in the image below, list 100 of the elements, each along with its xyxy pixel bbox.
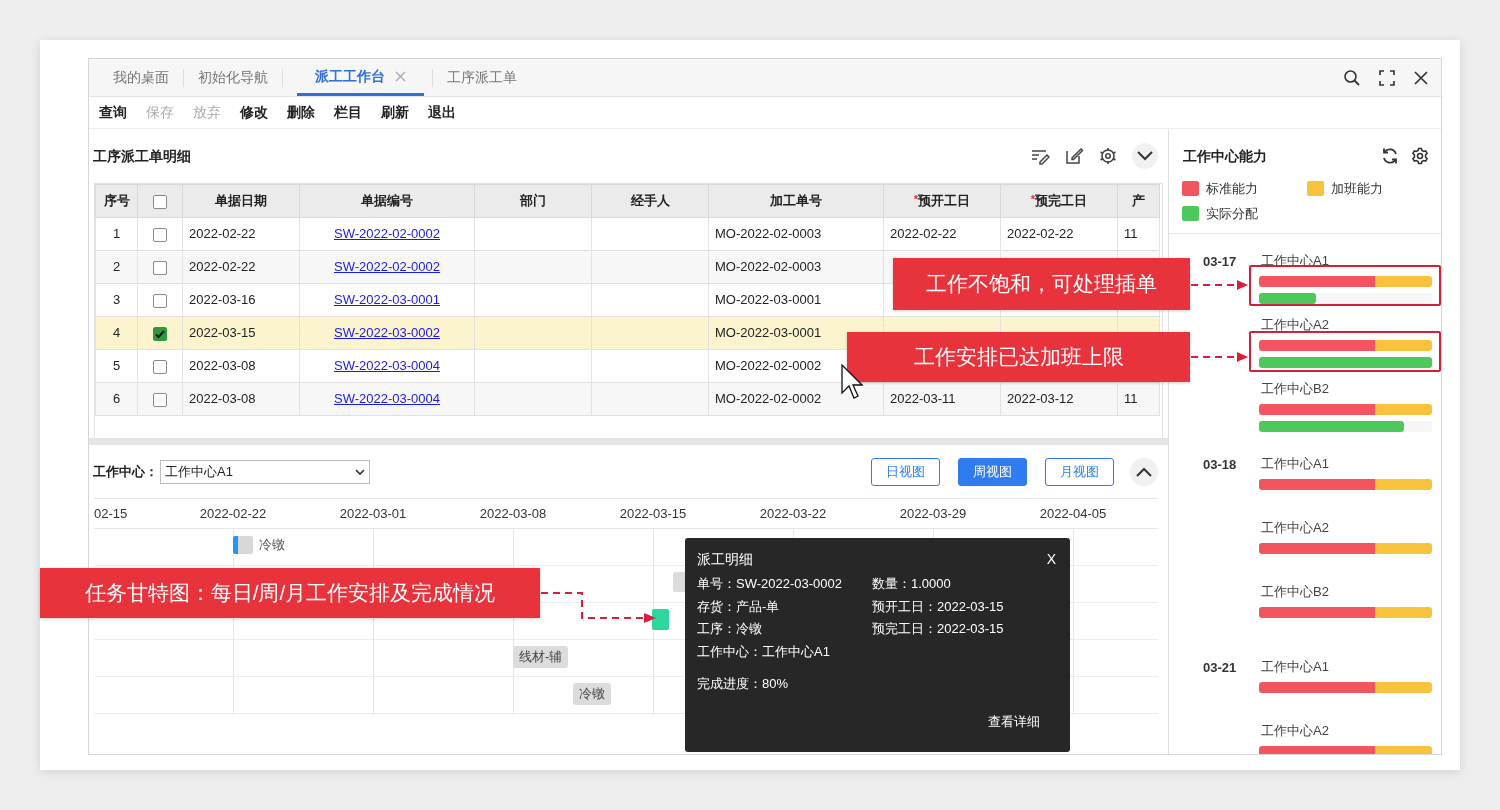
checkbox[interactable]: [153, 326, 167, 341]
table-cell: MO-2022-02-0003: [715, 226, 822, 242]
edit-lines-icon[interactable]: [1030, 147, 1050, 165]
table-cell: 5: [112, 358, 121, 374]
settings-icon[interactable]: [1411, 147, 1429, 165]
callout-label: 任务甘特图：每日/周/月工作安排及完成情况: [40, 568, 540, 618]
column-header: 序号: [103, 193, 130, 209]
close-icon[interactable]: [1413, 69, 1429, 86]
table-row[interactable]: 1 2022-02-22 SW-2022-02-0002 MO-2022-02-0003 2022-02-22 2022-02-22 11: [95, 217, 1160, 251]
popup-field: 数量：1.0000: [872, 574, 1058, 595]
legend-label: 加班能力: [1331, 180, 1383, 198]
close-button[interactable]: X: [1046, 548, 1056, 570]
tab[interactable]: 我的桌面: [99, 59, 183, 96]
popup-field: 预开工日：2022-03-15: [872, 596, 1058, 617]
checkbox[interactable]: [153, 392, 167, 407]
table-cell: 2022-02-22: [189, 226, 256, 242]
refresh-icon[interactable]: [1381, 147, 1399, 165]
table-cell: MO-2022-02-0002: [715, 358, 822, 374]
toolbar-button[interactable]: 删除: [287, 102, 315, 123]
view-button[interactable]: 周视图: [958, 458, 1027, 486]
table-cell: MO-2022-03-0001: [715, 292, 822, 308]
popup-title: 派工明细: [697, 549, 753, 569]
column-header: 加工单号: [770, 193, 822, 209]
checkbox[interactable]: [153, 194, 167, 209]
column-header: 单据编号: [361, 193, 413, 209]
detail-link[interactable]: 查看详细: [988, 712, 1040, 732]
table-cell: 2022-03-08: [189, 391, 256, 407]
table-cell: MO-2022-03-0001: [715, 325, 822, 341]
axis-label: 2022-03-08: [479, 505, 547, 521]
column-header: 经手人: [630, 193, 670, 209]
table-cell: 2022-03-11: [890, 391, 956, 407]
table-row[interactable]: 6 2022-03-08 SW-2022-03-0004 MO-2022-02-0002 2022-03-11 2022-03-12 11: [95, 382, 1160, 416]
task-label: 冷镦: [259, 536, 285, 554]
axis-label: 2022-03-22: [759, 505, 827, 521]
table-cell: MO-2022-02-0003: [715, 259, 822, 275]
table-cell: 11: [1124, 226, 1138, 242]
date-label: 03-18: [1203, 457, 1237, 472]
table-cell: 11: [1124, 391, 1138, 407]
filter-label: 工作中心：: [93, 463, 158, 482]
date-label: 03-21: [1203, 660, 1237, 675]
center-name: 工作中心A2: [1261, 520, 1329, 535]
gear-icon[interactable]: [1098, 147, 1118, 165]
view-button[interactable]: 月视图: [1045, 458, 1114, 486]
callout-label: 工作安排已达加班上限: [847, 332, 1190, 382]
column-header: 产: [1132, 193, 1145, 209]
panel-title: 工作中心能力: [1183, 146, 1267, 166]
section-title: 工序派工单明细: [93, 146, 191, 166]
table-cell: 6: [112, 391, 121, 407]
popup-field: 完成进度：80%: [697, 674, 1058, 694]
popup-field: 预完工日：2022-03-15: [872, 619, 1058, 640]
chevron-down-icon: [1137, 151, 1153, 161]
checkbox[interactable]: [153, 227, 167, 242]
view-button[interactable]: 日视图: [871, 458, 940, 486]
table-cell: 2022-03-12: [1007, 391, 1074, 407]
chevron-down-icon: [355, 468, 365, 476]
center-name: 工作中心A2: [1261, 317, 1329, 332]
edit-icon[interactable]: [1064, 147, 1084, 165]
dashed-arrow: [1191, 351, 1249, 363]
axis-label: 2022-03-15: [619, 505, 687, 521]
work-center-select[interactable]: 工作中心A1: [160, 460, 370, 484]
toolbar-button[interactable]: 栏目: [334, 102, 362, 123]
table-cell: 2022-02-22: [890, 226, 957, 242]
popup-field: 存货：产品-单: [697, 596, 872, 617]
table-cell: MO-2022-02-0002: [715, 391, 822, 407]
task-bar: 线材-辅: [513, 646, 569, 668]
collapse-button[interactable]: [1130, 458, 1158, 486]
search-icon[interactable]: [1343, 68, 1361, 87]
chevron-up-icon: [1136, 467, 1152, 477]
checkbox[interactable]: [153, 359, 167, 374]
table-cell: 1: [112, 226, 121, 242]
column-header: 部门: [520, 193, 546, 209]
tab[interactable]: 工序派工单: [433, 59, 531, 96]
task-bar: [652, 609, 669, 630]
axis-label: 2022-03-01: [339, 505, 407, 521]
toolbar-button[interactable]: 查询: [99, 102, 127, 123]
toolbar-button[interactable]: 修改: [240, 102, 268, 123]
table-cell: 2022-03-08: [189, 358, 256, 374]
checkbox[interactable]: [153, 293, 167, 308]
cursor-icon: [841, 364, 863, 402]
checkbox[interactable]: [153, 260, 167, 275]
legend-label: 标准能力: [1206, 180, 1258, 198]
table-cell: 2022-03-16: [189, 292, 256, 308]
collapse-button[interactable]: [1132, 143, 1158, 169]
table-cell: 3: [112, 292, 121, 308]
callout-label: 工作不饱和，可处理插单: [893, 258, 1190, 310]
column-header: 预开工日: [918, 193, 971, 209]
fullscreen-icon[interactable]: [1379, 69, 1395, 86]
axis-label: 2022-02-22: [199, 505, 267, 521]
tab[interactable]: 初始化导航: [184, 59, 282, 96]
toolbar-button[interactable]: 退出: [428, 102, 456, 123]
table-cell: 2022-03-15: [189, 325, 256, 341]
popup-field: 工序：冷镦: [697, 619, 872, 640]
axis-label: 2022-04-05: [1039, 505, 1107, 521]
task-bar: 冷镦: [573, 683, 611, 705]
required-mark: *: [913, 193, 919, 206]
popup-field: 工作中心：工作中心A1: [697, 641, 1058, 662]
popup-field: 单号：SW-2022-03-0002: [697, 574, 872, 595]
table-cell: 2022-02-22: [1007, 226, 1074, 242]
toolbar-button[interactable]: 刷新: [381, 102, 409, 123]
tab[interactable]: 派工工作台: [297, 59, 424, 96]
